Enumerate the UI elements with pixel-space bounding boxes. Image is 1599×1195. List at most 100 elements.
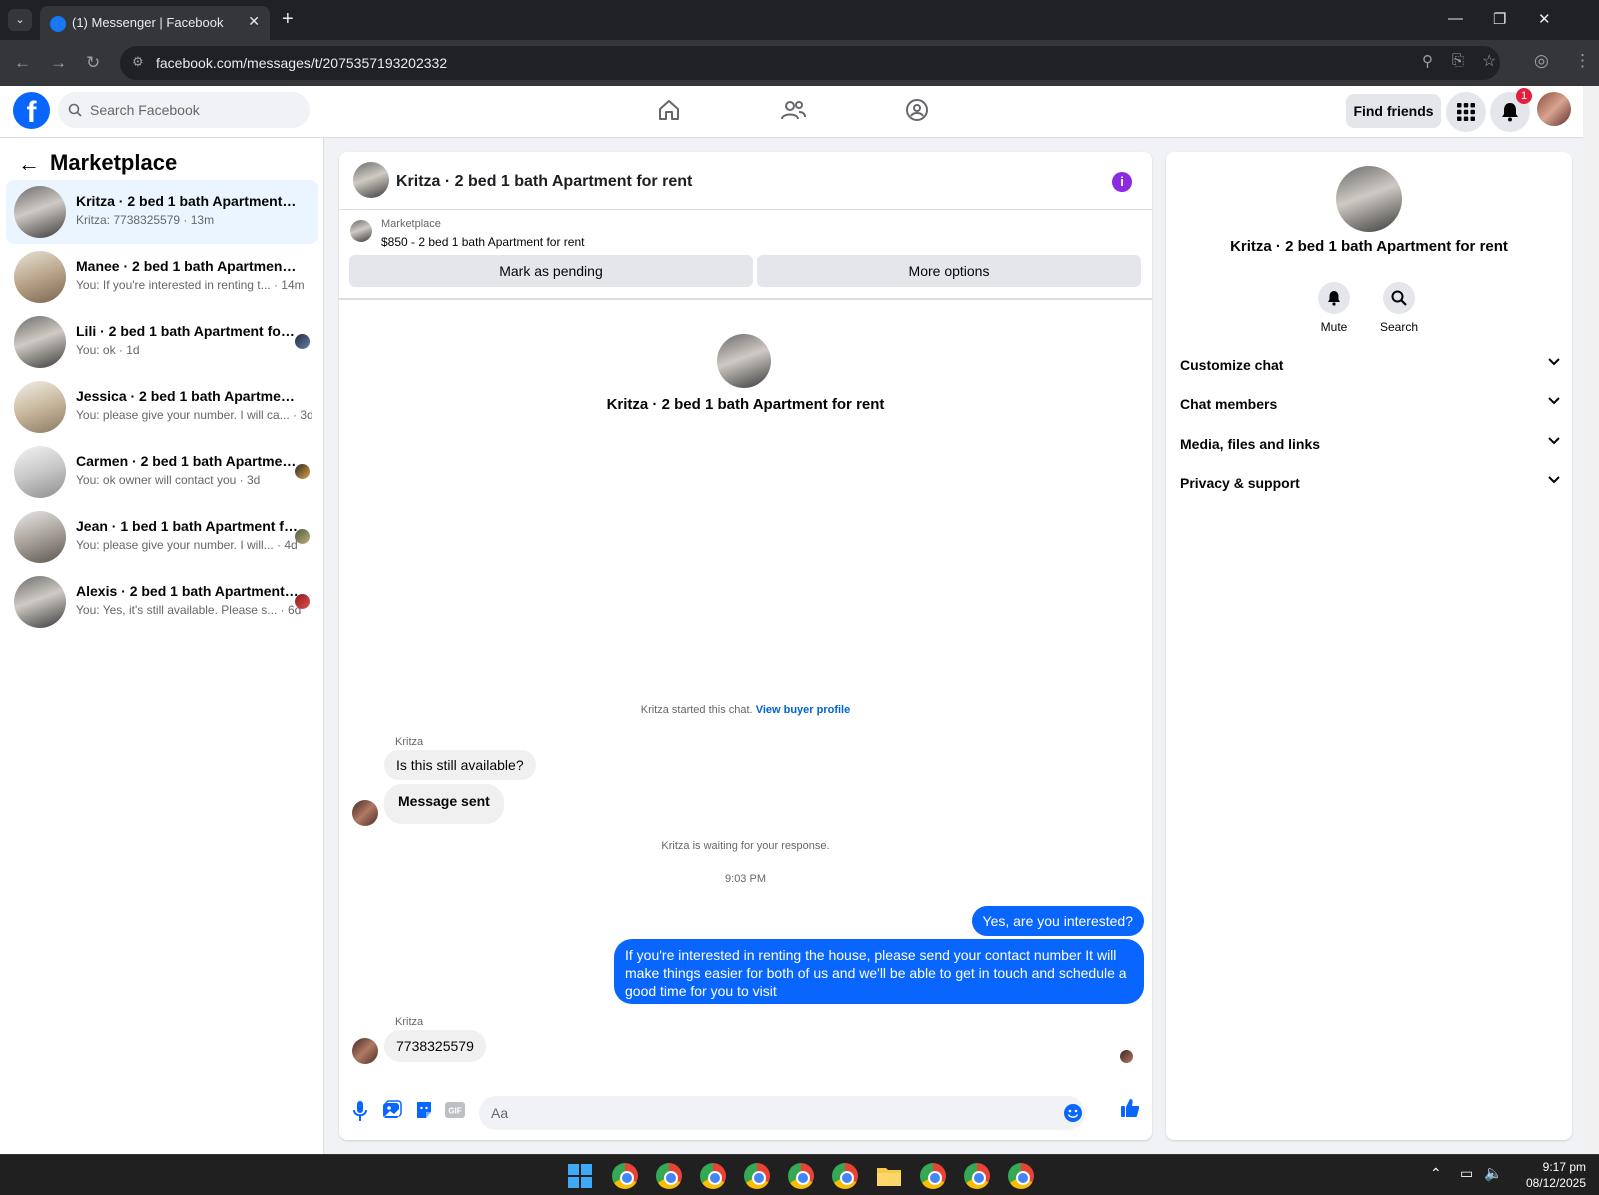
like-thumbs-up-icon[interactable]	[1120, 1098, 1140, 1118]
account-avatar[interactable]	[1537, 92, 1571, 126]
conversation-snippet: You: If you're interested in renting t..…	[76, 278, 305, 292]
privacy-support-section[interactable]: Privacy & support	[1180, 466, 1560, 500]
chrome-icon[interactable]	[788, 1163, 814, 1189]
browser-tab[interactable]: (1) Messenger | Facebook ✕	[40, 6, 270, 40]
chrome-icon[interactable]	[964, 1163, 990, 1189]
url-field[interactable]: ⚙ facebook.com/messages/t/20753571932023…	[120, 46, 1500, 80]
chat-details-panel: Kritza · 2 bed 1 bath Apartment for rent…	[1166, 152, 1572, 1140]
find-friends-button[interactable]: Find friends	[1346, 94, 1441, 128]
mark-as-pending-button[interactable]: Mark as pending	[349, 255, 753, 287]
windows-start-icon[interactable]	[568, 1164, 592, 1188]
chat-members-section[interactable]: Chat members	[1180, 387, 1560, 421]
file-explorer-icon[interactable]	[876, 1165, 902, 1187]
read-receipt-avatar	[295, 529, 310, 544]
conversation-name: Jessica · 2 bed 1 bath Apartment for ren…	[76, 388, 300, 404]
notification-badge: 1	[1516, 88, 1532, 104]
chat-title[interactable]: Kritza · 2 bed 1 bath Apartment for rent	[396, 173, 692, 191]
search-conversation-button[interactable]: Search	[1364, 282, 1434, 334]
reload-icon[interactable]: ↻	[86, 53, 100, 73]
profile-icon[interactable]: ◎	[1534, 51, 1549, 71]
chrome-icon[interactable]	[656, 1163, 682, 1189]
browser-menu-icon[interactable]: ⋮	[1574, 51, 1591, 71]
new-tab-icon[interactable]: +	[282, 8, 294, 31]
incoming-message[interactable]: 7738325579	[384, 1030, 486, 1062]
emoji-icon[interactable]	[1064, 1104, 1082, 1122]
install-icon[interactable]: ⎘	[1452, 52, 1464, 69]
bookmark-star-icon[interactable]: ☆	[1482, 51, 1496, 71]
message-input[interactable]: Aa	[479, 1096, 1085, 1130]
back-icon[interactable]: ←	[14, 53, 31, 73]
message-sender: Kritza	[395, 736, 424, 748]
windows-taskbar: ⌃ ▭ 🔈 9:17 pm 08/12/2025	[0, 1154, 1599, 1195]
chat-header: Kritza · 2 bed 1 bath Apartment for rent…	[339, 152, 1152, 210]
browser-tab-bar: ⌄ (1) Messenger | Facebook ✕ + — ❐ ✕	[0, 0, 1599, 40]
volume-icon[interactable]: 🔈	[1484, 1164, 1503, 1182]
info-icon[interactable]: i	[1112, 172, 1132, 192]
system-clock[interactable]: 9:17 pm 08/12/2025	[1510, 1159, 1586, 1191]
conversation-name: Jean · 1 bed 1 bath Apartment for rent	[76, 518, 300, 534]
read-receipt-avatar	[295, 334, 310, 349]
media-files-links-section[interactable]: Media, files and links	[1180, 427, 1560, 461]
sender-avatar[interactable]	[352, 1038, 378, 1064]
marketplace-label: Marketplace	[381, 218, 441, 230]
chrome-icon[interactable]	[744, 1163, 770, 1189]
search-icon	[1383, 282, 1415, 314]
conversation-snippet: Kritza: 7738325579 · 13m	[76, 213, 215, 227]
search-input[interactable]: Search Facebook	[58, 92, 310, 128]
listing-title[interactable]: $850 - 2 bed 1 bath Apartment for rent	[381, 235, 584, 249]
incoming-message[interactable]: Message sent	[384, 784, 504, 824]
conversation-item[interactable]: Jessica · 2 bed 1 bath Apartment for ren…	[6, 375, 318, 439]
microphone-icon[interactable]	[353, 1100, 367, 1122]
home-icon[interactable]	[657, 98, 681, 122]
customize-chat-section[interactable]: Customize chat	[1180, 348, 1560, 382]
network-icon[interactable]: ▭	[1460, 1165, 1473, 1182]
profile-name: Kritza · 2 bed 1 bath Apartment for rent	[606, 396, 885, 413]
minimize-icon[interactable]: —	[1448, 10, 1463, 27]
chrome-icon[interactable]	[1008, 1163, 1034, 1189]
tray-chevron-up-icon[interactable]: ⌃	[1430, 1165, 1442, 1182]
conversation-item[interactable]: Manee · 2 bed 1 bath Apartment for rent …	[6, 245, 318, 309]
outgoing-message[interactable]: If you're interested in renting the hous…	[614, 939, 1144, 1004]
facebook-favicon-icon	[50, 16, 66, 32]
sticker-icon[interactable]	[414, 1100, 434, 1120]
chrome-icon[interactable]	[612, 1163, 638, 1189]
conversation-item[interactable]: Carmen · 2 bed 1 bath Apartment for rent…	[6, 440, 318, 504]
close-window-icon[interactable]: ✕	[1538, 10, 1551, 28]
conversation-item[interactable]: Alexis · 2 bed 1 bath Apartment for rent…	[6, 570, 318, 634]
restore-icon[interactable]: ❐	[1493, 10, 1506, 28]
page-scrollbar[interactable]	[1583, 86, 1599, 1154]
outgoing-message[interactable]: Yes, are you interested?	[971, 906, 1144, 936]
site-info-icon[interactable]: ⚙	[132, 54, 144, 70]
chrome-icon[interactable]	[920, 1163, 946, 1189]
gif-icon[interactable]: GIF	[445, 1102, 465, 1118]
conversation-snippet: You: please give your number. I will ca.…	[76, 408, 312, 422]
friends-icon[interactable]	[780, 98, 806, 122]
conversation-item[interactable]: Kritza · 2 bed 1 bath Apartment for rent…	[6, 180, 318, 244]
facebook-logo[interactable]: f	[13, 92, 50, 129]
chat-avatar[interactable]	[353, 162, 389, 198]
details-avatar[interactable]	[1336, 166, 1402, 232]
chrome-icon[interactable]	[700, 1163, 726, 1189]
conversation-item[interactable]: Jean · 1 bed 1 bath Apartment for rent Y…	[6, 505, 318, 569]
groups-icon[interactable]	[905, 98, 929, 122]
back-arrow-icon[interactable]: ←	[18, 151, 40, 177]
conversation-item[interactable]: Lili · 2 bed 1 bath Apartment for rent Y…	[6, 310, 318, 374]
marketplace-listing-bar: Marketplace $850 - 2 bed 1 bath Apartmen…	[339, 210, 1152, 300]
tab-search-chevron-icon[interactable]: ⌄	[8, 9, 32, 31]
menu-button[interactable]	[1446, 92, 1486, 132]
view-buyer-profile-link[interactable]: View buyer profile	[756, 704, 851, 716]
chrome-icon[interactable]	[832, 1163, 858, 1189]
listing-thumbnail[interactable]	[350, 220, 372, 242]
details-name: Kritza · 2 bed 1 bath Apartment for rent	[1230, 238, 1508, 255]
incoming-message[interactable]: Is this still available?	[384, 750, 536, 780]
forward-icon[interactable]: →	[50, 53, 67, 73]
close-tab-icon[interactable]: ✕	[248, 13, 260, 30]
photo-icon[interactable]	[382, 1100, 402, 1120]
listing-avatar	[14, 251, 66, 303]
conversation-snippet: You: please give your number. I will... …	[76, 538, 298, 552]
more-options-button[interactable]: More options	[757, 255, 1141, 287]
sender-avatar[interactable]	[352, 800, 378, 826]
mute-button[interactable]: Mute	[1299, 282, 1369, 334]
zoom-icon[interactable]: ⚲	[1422, 52, 1433, 70]
clock-date: 08/12/2025	[1525, 1176, 1586, 1190]
